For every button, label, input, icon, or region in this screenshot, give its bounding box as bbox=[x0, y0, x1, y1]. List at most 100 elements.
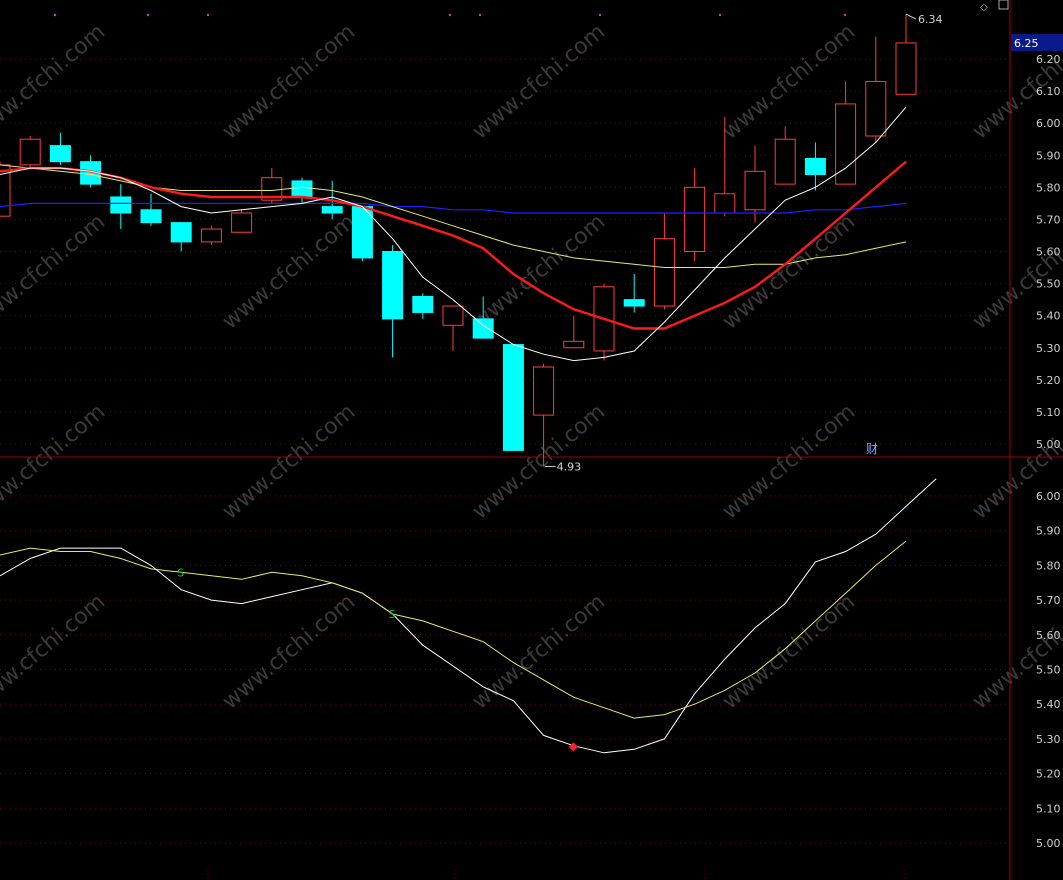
candle-body bbox=[140, 209, 162, 224]
y-tick-label: 5.80 bbox=[1036, 181, 1061, 194]
y-tick-label: 6.00 bbox=[1036, 117, 1061, 130]
candle-body bbox=[865, 80, 887, 137]
candle-body bbox=[382, 251, 404, 320]
candle-body bbox=[472, 318, 494, 339]
y-tick-label: 5.10 bbox=[1036, 802, 1061, 815]
candle-body bbox=[714, 193, 736, 214]
y-tick-label: 5.70 bbox=[1036, 213, 1061, 226]
high-pointer bbox=[905, 13, 917, 20]
indicator-line-yellow bbox=[0, 540, 907, 719]
y-tick-label: 6.00 bbox=[1036, 490, 1061, 503]
candle bbox=[19, 136, 41, 169]
candle-body bbox=[653, 238, 675, 307]
ma-line-yellow bbox=[0, 164, 907, 268]
candle-body bbox=[412, 295, 434, 313]
current-price-label: 6.25 bbox=[1014, 37, 1039, 50]
signal-diamond-icon: ◆ bbox=[569, 739, 579, 753]
high-price-label: 6.34 bbox=[918, 13, 943, 26]
diamond-icon: ◇ bbox=[980, 2, 988, 13]
y-tick-label: 5.30 bbox=[1036, 733, 1061, 746]
watermark-text: www.cfchi.com bbox=[0, 589, 110, 714]
y-tick-label: 5.50 bbox=[1036, 278, 1061, 291]
candle-body bbox=[804, 157, 826, 175]
y-tick-label: 5.70 bbox=[1036, 594, 1061, 607]
y-tick-label: 5.20 bbox=[1036, 768, 1061, 781]
candle bbox=[200, 225, 222, 246]
info-dot bbox=[718, 13, 722, 17]
upper-y-axis: 6.20 6.10 6.00 5.90 5.80 5.70 5.60 5.50 5.40 5.30… bbox=[1036, 53, 1061, 451]
watermark-layer: www.cfchi.com www.cfchi.com www.cfchi.com w… bbox=[0, 19, 1063, 714]
y-tick-label: 5.30 bbox=[1036, 342, 1061, 355]
watermark-text: www.cfchi.com bbox=[718, 589, 860, 714]
y-tick-label: 5.20 bbox=[1036, 374, 1061, 387]
info-dot bbox=[478, 13, 482, 17]
candle bbox=[744, 145, 766, 223]
indicator-lines bbox=[0, 478, 937, 754]
signal-s-label: S bbox=[389, 608, 396, 621]
candle bbox=[231, 209, 253, 233]
panel-frame bbox=[0, 0, 1063, 880]
watermark-text: www.cfchi.com bbox=[718, 399, 860, 524]
info-dot bbox=[448, 13, 452, 17]
watermark-text: www.cfchi.com bbox=[468, 19, 610, 144]
watermark-text: www.cfchi.com bbox=[968, 589, 1063, 714]
candle bbox=[110, 184, 132, 230]
candle-body bbox=[895, 42, 917, 95]
indicator-line-white bbox=[0, 478, 937, 754]
candle-body bbox=[321, 206, 343, 214]
candle-body bbox=[170, 222, 192, 243]
candle-body bbox=[49, 145, 71, 163]
watermark-text: www.cfchi.com bbox=[468, 399, 610, 524]
candle-body bbox=[533, 366, 555, 416]
y-tick-label: 5.80 bbox=[1036, 559, 1061, 572]
candle-body bbox=[744, 170, 766, 211]
candle-body bbox=[231, 212, 253, 233]
low-price-label: 4.93 bbox=[557, 460, 582, 473]
candle-body bbox=[684, 186, 706, 252]
y-tick-label: 6.10 bbox=[1036, 85, 1061, 98]
candle bbox=[684, 168, 706, 262]
candle-body bbox=[291, 180, 313, 198]
candle bbox=[865, 36, 887, 143]
y-tick-label: 5.40 bbox=[1036, 698, 1061, 711]
candle bbox=[170, 222, 192, 252]
watermark-text: www.cfchi.com bbox=[0, 19, 110, 144]
watermark-text: www.cfchi.com bbox=[0, 399, 110, 524]
stock-chart[interactable]: www.cfchi.com www.cfchi.com www.cfchi.com w… bbox=[0, 0, 1063, 880]
candle bbox=[502, 344, 524, 451]
y-tick-label: 5.00 bbox=[1036, 438, 1061, 451]
info-dot bbox=[843, 13, 847, 17]
signal-s-label: S bbox=[177, 566, 184, 579]
y-tick-label: 5.10 bbox=[1036, 406, 1061, 419]
watermark-text: www.cfchi.com bbox=[718, 209, 860, 334]
info-dot bbox=[206, 13, 210, 17]
candle bbox=[382, 245, 404, 358]
candle-body bbox=[774, 138, 796, 185]
window-icon bbox=[998, 0, 1009, 10]
watermark-text: www.cfchi.com bbox=[218, 589, 360, 714]
info-dot bbox=[146, 13, 150, 17]
candle bbox=[563, 315, 585, 349]
fin-marker: 财 bbox=[866, 442, 878, 456]
candle bbox=[895, 14, 917, 95]
candle bbox=[623, 273, 645, 313]
candle-body bbox=[200, 228, 222, 243]
candle-body bbox=[623, 299, 645, 307]
watermark-text: www.cfchi.com bbox=[468, 209, 610, 334]
candle bbox=[412, 293, 434, 319]
y-tick-label: 6.20 bbox=[1036, 53, 1061, 66]
info-dot bbox=[53, 13, 57, 17]
candle bbox=[774, 126, 796, 185]
y-tick-label: 5.90 bbox=[1036, 525, 1061, 538]
candle-body bbox=[442, 305, 464, 326]
candle-body bbox=[19, 138, 41, 166]
y-tick-label: 5.60 bbox=[1036, 246, 1061, 259]
candle bbox=[653, 213, 675, 310]
watermark-text: www.cfchi.com bbox=[218, 399, 360, 524]
candle-body bbox=[110, 196, 132, 214]
candle-body bbox=[563, 340, 585, 349]
candle bbox=[49, 132, 71, 165]
ma-line-blue bbox=[0, 202, 907, 214]
candle bbox=[140, 193, 162, 226]
candle bbox=[835, 81, 857, 185]
